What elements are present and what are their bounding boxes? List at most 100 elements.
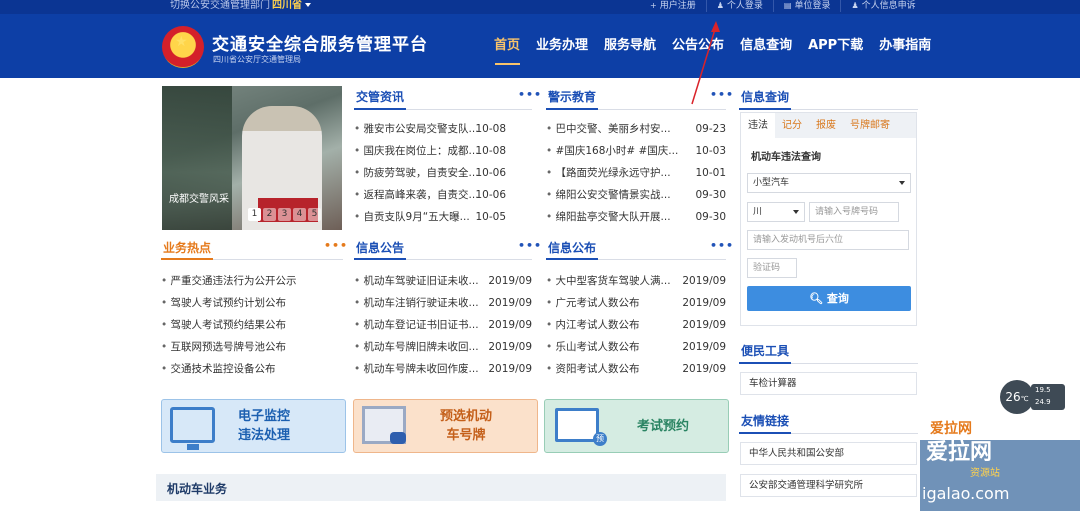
nav-info-query[interactable]: 信息查询 — [732, 34, 800, 53]
tab-scrap[interactable]: 报废 — [809, 113, 843, 138]
section-title-info-publish[interactable]: 信息公布 — [548, 239, 596, 256]
weather-widget[interactable]: 26℃ — [1000, 380, 1034, 414]
nav-service-guide[interactable]: 服务导航 — [596, 34, 664, 53]
list-item[interactable]: 大中型客货车驾驶人满... 2019/09 — [546, 270, 726, 292]
nav-app-download[interactable]: APP下载 — [800, 34, 871, 53]
info-publish-list: 大中型客货车驾驶人满... 2019/09 广元考试人数公布 2019/09 内江考… — [546, 270, 726, 380]
list-item-title: 国庆我在岗位上：成都... — [354, 145, 479, 157]
list-item-title: 大中型客货车驾驶人满... — [546, 275, 671, 287]
list-item[interactable]: 巴中交警、美丽乡村安... 09-23 — [546, 118, 726, 140]
list-item[interactable]: 绵阳盐亭交警大队开展... 09-30 — [546, 206, 726, 228]
car-inspection-calculator-link[interactable]: 车检计算器 — [740, 372, 917, 395]
list-item-title: 互联网预选号牌号池公布 — [161, 341, 286, 353]
province-name[interactable]: 四川省 — [272, 0, 302, 11]
motor-vehicle-business-label: 机动车业务 — [167, 482, 228, 496]
section-title-info-notice[interactable]: 信息公告 — [356, 239, 404, 256]
traffic-institute-link[interactable]: 公安部交通管理科学研究所 — [740, 474, 917, 497]
list-item[interactable]: 机动车登记证书旧证书... 2019/09 — [354, 314, 532, 336]
banner-line: 车号牌 — [446, 428, 486, 443]
list-item[interactable]: 机动车注销行驶证未收... 2019/09 — [354, 292, 532, 314]
appeal-link[interactable]: ♟ 个人信息申诉 — [840, 0, 925, 12]
section-rule — [739, 362, 918, 364]
weather-high: 19.5 — [1035, 386, 1051, 394]
personal-login-label: 个人登录 — [726, 1, 763, 11]
exam-booking-banner[interactable]: 预 考试预约 — [544, 399, 729, 453]
carousel-page[interactable]: 5 — [308, 208, 321, 221]
mps-link[interactable]: 中华人民共和国公安部 — [740, 442, 917, 465]
personal-login-link[interactable]: ♟ 个人登录 — [705, 0, 773, 12]
list-item[interactable]: 绵阳公安交警情景实战... 09-30 — [546, 184, 726, 206]
list-item[interactable]: 返程高峰来袭，自责交...10-06 — [354, 184, 506, 206]
list-item[interactable]: 资阳考试人数公布 2019/09 — [546, 358, 726, 380]
list-item[interactable]: 交通技术监控设备公布 — [161, 358, 343, 380]
unit-login-label: 单位登录 — [794, 1, 831, 11]
celsius-unit: ℃ — [1020, 395, 1029, 403]
register-link-label: 用户注册 — [659, 1, 696, 11]
register-link[interactable]: + 用户注册 — [640, 0, 706, 12]
banner-label: 考试预约 — [637, 419, 690, 434]
carousel-page[interactable]: 4 — [293, 208, 306, 221]
list-item[interactable]: 雅安市公安局交警支队...10-08 — [354, 118, 506, 140]
motor-vehicle-business-bar[interactable]: 机动车业务 — [156, 474, 726, 501]
department-switch[interactable]: 切换公安交通管理部门 四川省 — [170, 0, 311, 12]
list-item-date: 2019/09 — [682, 275, 726, 287]
more-business-hot[interactable]: ••• — [324, 239, 348, 252]
section-title-tools[interactable]: 便民工具 — [741, 342, 789, 359]
list-item[interactable]: 广元考试人数公布 2019/09 — [546, 292, 726, 314]
carousel-page[interactable]: 2 — [263, 208, 276, 221]
list-item-date: 10-08 — [475, 123, 506, 135]
tab-violation[interactable]: 违法 — [741, 113, 775, 138]
tab-points[interactable]: 记分 — [775, 113, 809, 138]
list-item-date: 09-23 — [695, 123, 726, 135]
section-title-business-hot[interactable]: 业务热点 — [163, 239, 211, 256]
section-title-friendly-links[interactable]: 友情链接 — [741, 412, 789, 429]
list-item-title: 【路面荧光绿永远守护... — [546, 167, 671, 179]
list-item[interactable]: 机动车驾驶证旧证未收... 2019/09 — [354, 270, 532, 292]
engine-number-input[interactable]: 请输入发动机号后六位 — [747, 230, 909, 250]
list-item[interactable]: 严重交通违法行为公开公示 — [161, 270, 343, 292]
section-title-traffic-news[interactable]: 交管资讯 — [356, 88, 404, 105]
more-info-notice[interactable]: ••• — [518, 239, 542, 252]
list-item[interactable]: 驾驶人考试预约结果公布 — [161, 314, 343, 336]
list-item[interactable]: 国庆我在岗位上：成都...10-08 — [354, 140, 506, 162]
list-item[interactable]: 驾驶人考试预约计划公布 — [161, 292, 343, 314]
list-item-title: 自贡支队9月“五大曝... — [354, 211, 470, 223]
nav-home[interactable]: 首页 — [486, 34, 528, 65]
list-item-date: 2019/09 — [488, 319, 532, 331]
site-title[interactable]: 交通安全综合服务管理平台 — [212, 30, 428, 55]
news-photo-carousel[interactable]: 成都交警风采 1 2 3 4 5 — [162, 86, 342, 230]
province-prefix-select[interactable]: 川 — [747, 202, 805, 222]
list-item[interactable]: 【路面荧光绿永远守护... 10-01 — [546, 162, 726, 184]
captcha-input[interactable]: 验证码 — [747, 258, 797, 278]
nav-business[interactable]: 业务办理 — [528, 34, 596, 53]
list-item[interactable]: 机动车号牌未收回作废... 2019/09 — [354, 358, 532, 380]
vehicle-type-select[interactable]: 小型汽车 — [747, 173, 911, 193]
more-traffic-news[interactable]: ••• — [518, 88, 542, 101]
warning-education-list: 巴中交警、美丽乡村安... 09-23 #国庆168小时# #国庆... 10-03… — [546, 118, 726, 228]
section-title-info-query[interactable]: 信息查询 — [741, 88, 789, 105]
list-item[interactable]: 内江考试人数公布 2019/09 — [546, 314, 726, 336]
nav-guide[interactable]: 办事指南 — [871, 34, 939, 53]
list-item-title: 机动车驾驶证旧证未收... — [354, 275, 479, 287]
more-warning-education[interactable]: ••• — [710, 88, 734, 101]
user-icon: ♟ — [851, 1, 859, 10]
list-item[interactable]: 乐山考试人数公布 2019/09 — [546, 336, 726, 358]
more-info-publish[interactable]: ••• — [710, 239, 734, 252]
list-item[interactable]: 自贡支队9月“五大曝... 10-05 — [354, 206, 506, 228]
unit-login-link[interactable]: ▤ 单位登录 — [772, 0, 841, 12]
list-item[interactable]: 互联网预选号牌号池公布 — [161, 336, 343, 358]
query-button[interactable]: 🔍︎ 查询 — [747, 286, 911, 311]
plate-preselect-banner[interactable]: 预选机动 车号牌 — [353, 399, 538, 453]
section-title-warning-education[interactable]: 警示教育 — [548, 88, 596, 105]
list-item[interactable]: #国庆168小时# #国庆... 10-03 — [546, 140, 726, 162]
site-watermark: 爱拉网 爱拉网 资源站 igalao.com — [920, 421, 1080, 511]
carousel-page[interactable]: 3 — [278, 208, 291, 221]
list-item[interactable]: 防疲劳驾驶，自责安全...10-06 — [354, 162, 506, 184]
carousel-page[interactable]: 1 — [248, 208, 261, 221]
list-item-title: 严重交通违法行为公开公示 — [161, 275, 297, 287]
list-item[interactable]: 机动车号牌旧牌未收回... 2019/09 — [354, 336, 532, 358]
electronic-monitoring-banner[interactable]: 电子监控 违法处理 — [161, 399, 346, 453]
tab-plate-mail[interactable]: 号牌邮寄 — [843, 113, 897, 138]
police-emblem-logo[interactable]: ★ — [162, 26, 204, 68]
plate-number-input[interactable]: 请输入号牌号码 — [809, 202, 899, 222]
